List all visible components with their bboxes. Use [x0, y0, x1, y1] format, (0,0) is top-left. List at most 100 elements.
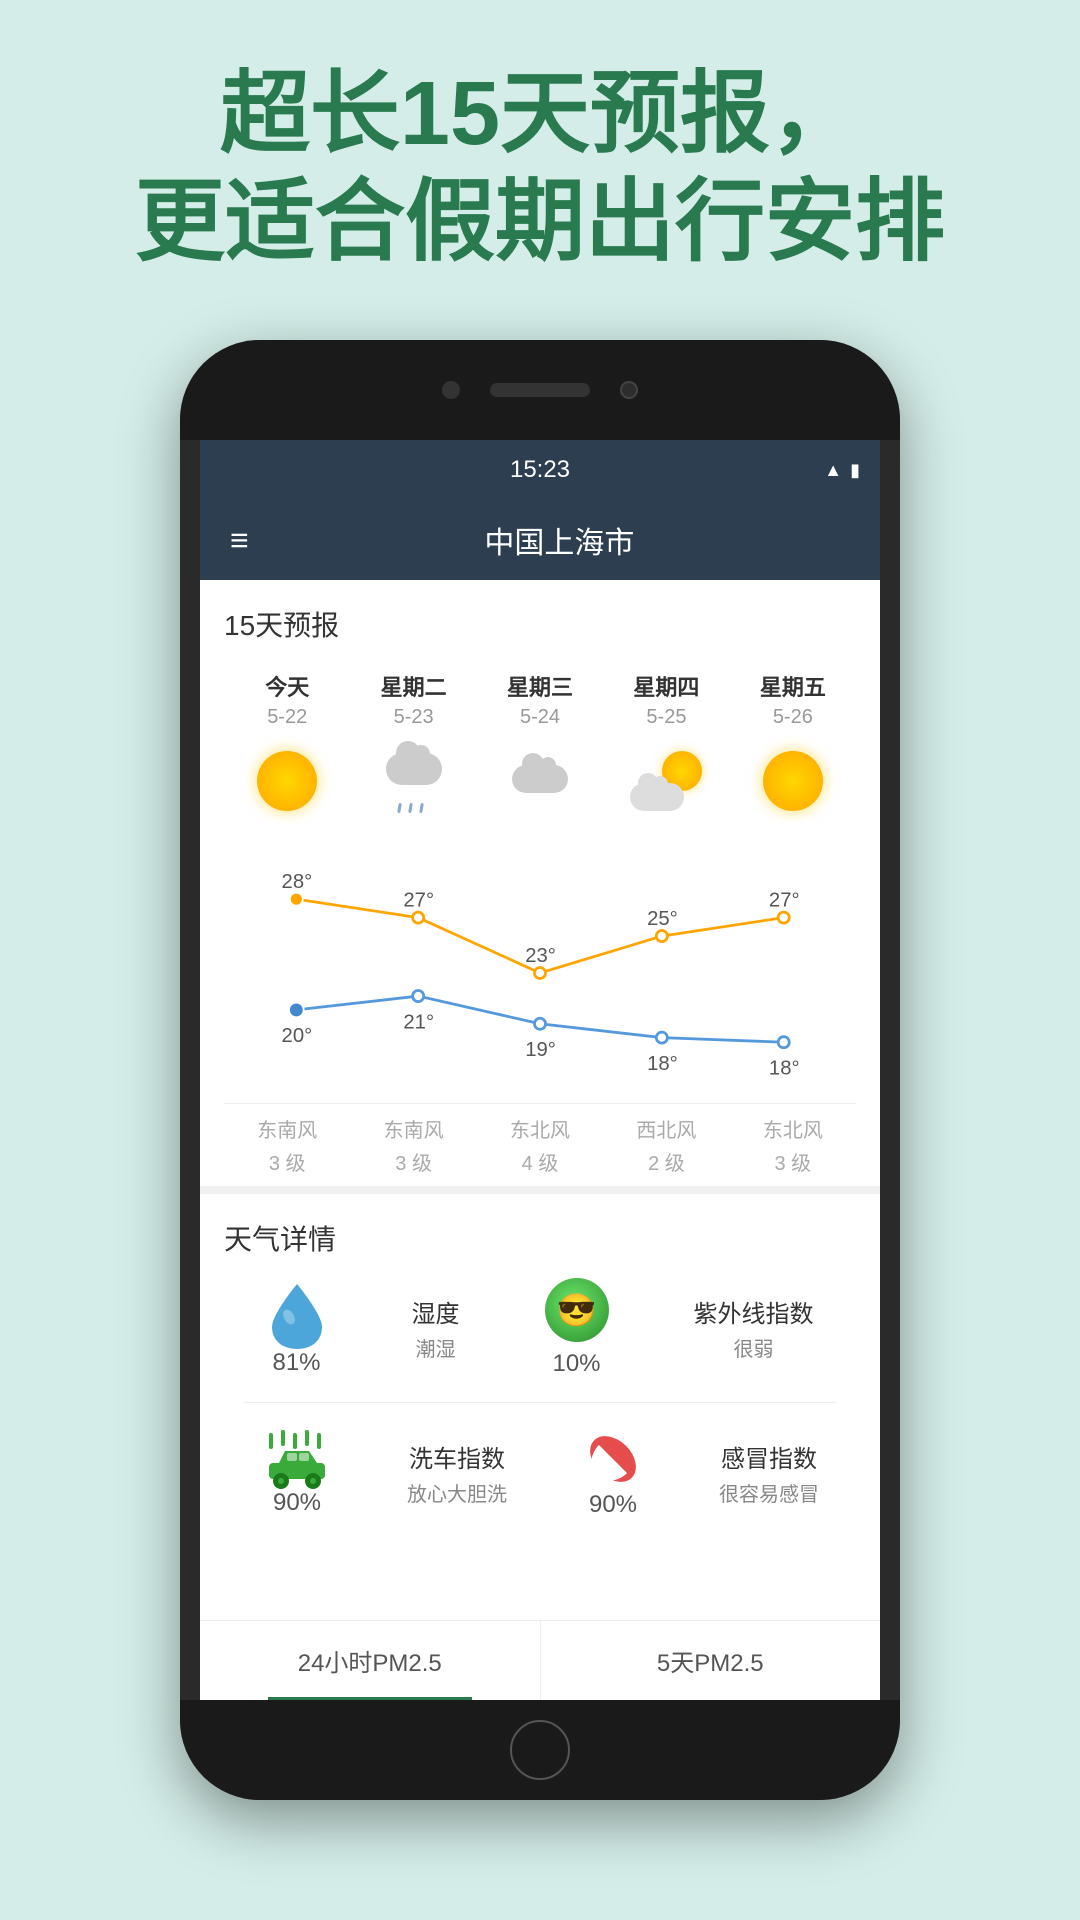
cold-item: 90% [581, 1427, 645, 1519]
svg-text:18°: 18° [647, 1053, 678, 1075]
wind-dir-0: 东南风 [224, 1114, 350, 1143]
day-date-4: 5-26 [773, 706, 813, 729]
weather-icon-2 [504, 745, 576, 817]
city-name: 中国上海市 [269, 518, 850, 562]
day-name-1: 星期二 [381, 670, 447, 702]
cloud-rain-icon [382, 749, 446, 813]
humidity-label-area: 湿度 潮湿 [412, 1294, 460, 1362]
day-name-2: 星期三 [507, 670, 573, 702]
uv-desc: 很弱 [694, 1333, 814, 1362]
day-date-1: 5-23 [394, 706, 434, 729]
divider [244, 1402, 836, 1403]
wind-col-4: 东北风 3 级 [730, 1114, 856, 1176]
svg-text:27°: 27° [769, 890, 800, 912]
wind-col-0: 东南风 3 级 [224, 1114, 350, 1176]
speaker [490, 383, 590, 397]
cloud-icon [508, 757, 572, 805]
day-col-3: 星期四 5-25 [603, 670, 729, 833]
status-icons: ▲ ▮ [824, 460, 860, 481]
weather-icon-3 [630, 745, 702, 817]
wind-dir-1: 东南风 [350, 1114, 476, 1143]
wind-level-4: 3 级 [730, 1147, 856, 1176]
uv-emoji: 😎 [545, 1278, 609, 1342]
day-name-3: 星期四 [633, 670, 699, 702]
day-col-1: 星期二 5-23 [350, 670, 476, 833]
wind-col-1: 东南风 3 级 [350, 1114, 476, 1176]
app-navbar: ≡ 中国上海市 [200, 500, 880, 580]
days-row: 今天 5-22 星期二 5-23 [224, 660, 856, 843]
phone-screen: 15:23 ▲ ▮ ≡ 中国上海市 15天预报 [200, 440, 880, 1700]
weather-icon-4 [757, 745, 829, 817]
day-col-4: 星期五 5-26 [730, 670, 856, 833]
wind-level-3: 2 级 [603, 1147, 729, 1176]
details-section: 天气详情 81% 湿度 [200, 1186, 880, 1543]
car-wash-value: 90% [273, 1489, 321, 1517]
wind-dir-2: 东北风 [477, 1114, 603, 1143]
phone-shell: 15:23 ▲ ▮ ≡ 中国上海市 15天预报 [180, 340, 900, 1800]
uv-label: 紫外线指数 [694, 1294, 814, 1329]
tab-5d-pm25[interactable]: 5天PM2.5 [541, 1621, 881, 1700]
cold-value: 90% [589, 1491, 637, 1519]
tab-24h-pm25[interactable]: 24小时PM2.5 [200, 1621, 541, 1700]
day-name-0: 今天 [265, 670, 309, 702]
svg-text:19°: 19° [525, 1039, 556, 1061]
partly-cloudy-icon [630, 751, 702, 811]
car-wash-icon [261, 1429, 333, 1489]
phone-top [180, 340, 900, 440]
svg-text:21°: 21° [403, 1011, 434, 1033]
day-date-2: 5-24 [520, 706, 560, 729]
uv-value: 10% [552, 1350, 600, 1378]
car-wash-label-area: 洗车指数 放心大胆洗 [407, 1439, 507, 1507]
wind-dir-3: 西北风 [603, 1114, 729, 1143]
day-col-2: 星期三 5-24 [477, 670, 603, 833]
bottom-tabs: 24小时PM2.5 5天PM2.5 [200, 1620, 880, 1700]
cold-label-area: 感冒指数 很容易感冒 [719, 1439, 819, 1507]
car-wash-desc: 放心大胆洗 [407, 1478, 507, 1507]
svg-text:27°: 27° [403, 890, 434, 912]
weather-icon-1 [378, 745, 450, 817]
sun-icon [257, 751, 317, 811]
wind-level-2: 4 级 [477, 1147, 603, 1176]
phone-bottom [180, 1700, 900, 1800]
wind-col-2: 东北风 4 级 [477, 1114, 603, 1176]
sun-icon-2 [763, 751, 823, 811]
status-time: 15:23 [510, 456, 570, 484]
wind-col-3: 西北风 2 级 [603, 1114, 729, 1176]
wind-row: 东南风 3 级 东南风 3 级 东北风 4 级 西北风 [224, 1103, 856, 1186]
page-header: 超长15天预报， 更适合假期出行安排 [0, 0, 1080, 316]
temp-chart: 28° 27° 23° 25° 27° [224, 843, 856, 1103]
app-content[interactable]: 15天预报 今天 5-22 星期二 [200, 580, 880, 1700]
humidity-item: 81% [267, 1279, 327, 1377]
car-wash-item: 90% [261, 1429, 333, 1517]
uv-item: 😎 10% [545, 1278, 609, 1378]
wifi-icon: ▲ [824, 460, 842, 481]
uv-label-area: 紫外线指数 很弱 [694, 1294, 814, 1362]
humidity-label: 湿度 [412, 1294, 460, 1329]
pill-icon [581, 1427, 645, 1491]
front-sensor [620, 381, 638, 399]
svg-text:23°: 23° [525, 945, 556, 967]
status-bar: 15:23 ▲ ▮ [200, 440, 880, 500]
day-name-4: 星期五 [760, 670, 826, 702]
humidity-desc: 潮湿 [412, 1333, 460, 1362]
wind-dir-4: 东北风 [730, 1114, 856, 1143]
wind-level-0: 3 级 [224, 1147, 350, 1176]
menu-icon[interactable]: ≡ [230, 522, 249, 559]
svg-text:18°: 18° [769, 1058, 800, 1080]
front-camera [442, 381, 460, 399]
cold-label: 感冒指数 [719, 1439, 819, 1474]
weather-icon-0 [251, 745, 323, 817]
home-button[interactable] [510, 1720, 570, 1780]
day-date-3: 5-25 [646, 706, 686, 729]
battery-icon: ▮ [850, 460, 860, 481]
forecast-title: 15天预报 [224, 604, 856, 644]
headline: 超长15天预报， 更适合假期出行安排 [0, 60, 1080, 276]
wind-level-1: 3 级 [350, 1147, 476, 1176]
day-date-0: 5-22 [267, 706, 307, 729]
svg-text:25°: 25° [647, 908, 678, 930]
humidity-value: 81% [272, 1349, 320, 1377]
svg-text:28°: 28° [282, 871, 313, 893]
day-col-0: 今天 5-22 [224, 670, 350, 833]
details-title: 天气详情 [224, 1218, 856, 1258]
forecast-section: 15天预报 今天 5-22 星期二 [200, 580, 880, 1186]
